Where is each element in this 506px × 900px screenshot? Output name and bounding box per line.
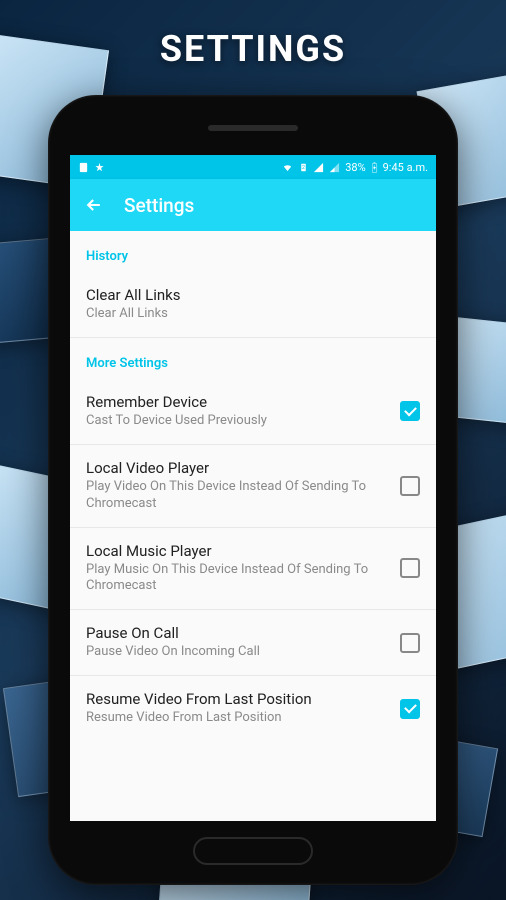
wifi-icon bbox=[281, 162, 294, 173]
battery-charging-icon bbox=[371, 162, 378, 173]
battery-percentage: 38% bbox=[345, 161, 365, 174]
status-bar: 2 38% 9:45 a.m. bbox=[70, 155, 436, 179]
phone-frame: 2 38% 9:45 a.m. S bbox=[48, 95, 458, 885]
phone-speaker bbox=[208, 125, 298, 131]
sim-indicator-icon: 2 bbox=[299, 162, 308, 173]
app-bar: Settings bbox=[70, 179, 436, 231]
status-time: 9:45 a.m. bbox=[383, 161, 428, 174]
resume-video-item[interactable]: Resume Video From Last Position Resume V… bbox=[70, 676, 436, 741]
app-bar-title: Settings bbox=[124, 194, 194, 217]
item-title: Pause On Call bbox=[86, 624, 388, 642]
page-title: SETTINGS bbox=[0, 28, 506, 70]
sim-icon bbox=[78, 162, 89, 173]
signal-icon bbox=[313, 162, 324, 173]
resume-video-checkbox[interactable] bbox=[400, 699, 420, 719]
local-video-checkbox[interactable] bbox=[400, 476, 420, 496]
item-title: Resume Video From Last Position bbox=[86, 690, 388, 708]
phone-screen: 2 38% 9:45 a.m. S bbox=[70, 155, 436, 821]
item-title: Local Video Player bbox=[86, 459, 388, 477]
item-subtitle: Pause Video On Incoming Call bbox=[86, 644, 388, 661]
section-header-more: More Settings bbox=[70, 338, 436, 379]
local-video-player-item[interactable]: Local Video Player Play Video On This De… bbox=[70, 445, 436, 528]
item-title: Remember Device bbox=[86, 393, 388, 411]
pause-on-call-checkbox[interactable] bbox=[400, 633, 420, 653]
remember-device-checkbox[interactable] bbox=[400, 401, 420, 421]
back-button[interactable] bbox=[84, 195, 104, 215]
item-subtitle: Cast To Device Used Previously bbox=[86, 413, 388, 430]
item-subtitle: Play Music On This Device Instead Of Sen… bbox=[86, 562, 388, 596]
item-subtitle: Play Video On This Device Instead Of Sen… bbox=[86, 479, 388, 513]
pause-on-call-item[interactable]: Pause On Call Pause Video On Incoming Ca… bbox=[70, 610, 436, 676]
location-icon bbox=[94, 162, 105, 173]
item-title: Local Music Player bbox=[86, 542, 388, 560]
item-subtitle: Clear All Links bbox=[86, 306, 408, 323]
item-title: Clear All Links bbox=[86, 286, 408, 304]
local-music-player-item[interactable]: Local Music Player Play Music On This De… bbox=[70, 528, 436, 611]
clear-all-links-item[interactable]: Clear All Links Clear All Links bbox=[70, 272, 436, 338]
local-music-checkbox[interactable] bbox=[400, 558, 420, 578]
signal2-icon bbox=[329, 162, 340, 173]
remember-device-item[interactable]: Remember Device Cast To Device Used Prev… bbox=[70, 379, 436, 445]
settings-content[interactable]: History Clear All Links Clear All Links … bbox=[70, 231, 436, 821]
svg-text:2: 2 bbox=[302, 165, 305, 171]
section-header-history: History bbox=[70, 231, 436, 272]
phone-home-button bbox=[193, 837, 313, 865]
item-subtitle: Resume Video From Last Position bbox=[86, 710, 388, 727]
